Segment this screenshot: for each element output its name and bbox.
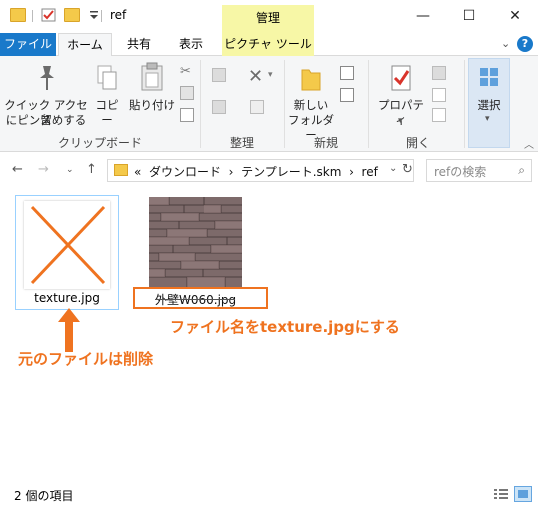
tab-manage[interactable]: 管理 — [222, 5, 314, 33]
arrow-up-icon — [58, 308, 80, 352]
new-folder-icon[interactable] — [300, 64, 322, 92]
new-folder-icon[interactable] — [64, 8, 80, 22]
tab-home[interactable]: ホーム — [58, 33, 112, 57]
tab-picture-tools[interactable]: ピクチャ ツール — [222, 33, 314, 56]
ribbon-tabs: ファイル ホーム 共有 表示 ピクチャ ツール ⌄ ? — [0, 33, 538, 57]
rename-icon[interactable] — [250, 100, 264, 114]
tab-view[interactable]: 表示 — [168, 33, 214, 56]
chevron-down-icon[interactable]: ▾ — [268, 70, 273, 80]
chevron-down-icon[interactable]: ▾ — [485, 114, 490, 124]
file-thumbnail — [24, 201, 110, 289]
up-arrow-icon[interactable]: ↑ — [86, 162, 97, 177]
status-bar: 2 個の項目 — [0, 484, 538, 506]
history-icon[interactable] — [432, 108, 446, 122]
rename-annotation: ファイル名をtexture.jpgにする — [170, 318, 400, 336]
wall-texture-image — [149, 197, 242, 287]
strikethrough-line — [155, 299, 235, 300]
file-item[interactable]: texture.jpg — [15, 195, 119, 310]
file-item[interactable]: 外壁W060.jpg — [133, 195, 268, 315]
recent-locations-icon[interactable]: ⌄ — [66, 165, 74, 175]
divider — [101, 10, 102, 22]
divider — [200, 60, 201, 148]
open-icon[interactable] — [432, 66, 446, 80]
pin-icon[interactable] — [34, 64, 60, 92]
easy-access-icon[interactable] — [340, 88, 354, 102]
select-label[interactable]: 選択 — [470, 98, 508, 113]
file-name: texture.jpg — [34, 291, 100, 305]
window-title: ref — [110, 8, 127, 22]
item-count: 2 個の項目 — [14, 489, 74, 503]
close-button[interactable]: ✕ — [492, 0, 538, 32]
rename-highlight: 外壁W060.jpg — [133, 287, 268, 309]
divider — [464, 60, 465, 148]
chevron-down-icon[interactable]: ⌄ — [389, 163, 397, 174]
paste-shortcut-icon[interactable] — [180, 108, 194, 122]
file-thumbnail — [149, 197, 242, 287]
pin-quick-access-label-2[interactable]: にピン留めする — [4, 113, 88, 128]
search-icon[interactable]: ⌕ — [518, 163, 525, 178]
folder-icon — [114, 164, 128, 176]
refresh-icon[interactable]: ↻ — [402, 162, 413, 177]
open-group-label: 開く — [405, 136, 430, 150]
delete-icon[interactable]: ✕ — [248, 66, 263, 87]
copy-label[interactable]: コピー — [90, 98, 124, 128]
forward-arrow-icon[interactable]: → — [38, 162, 49, 177]
chevron-down-icon[interactable]: ▾ — [398, 116, 403, 126]
ribbon: クイック アクセス にピン留めする コピー 貼り付け ✂ クリップボード ✕ ▾… — [0, 56, 538, 152]
cross-mark-icon — [30, 205, 106, 285]
organize-group-label: 整理 — [229, 136, 254, 150]
search-placeholder: refの検索 — [434, 165, 487, 179]
divider — [284, 60, 285, 148]
new-folder-label[interactable]: 新しい — [288, 98, 334, 113]
view-glyph — [518, 490, 528, 498]
cut-icon[interactable]: ✂ — [180, 64, 194, 79]
back-arrow-icon[interactable]: ← — [12, 162, 23, 177]
help-button[interactable]: ? — [517, 36, 533, 52]
copy-to-icon[interactable] — [212, 100, 226, 114]
copy-icon[interactable] — [96, 64, 118, 92]
breadcrumb-separator[interactable]: › — [349, 165, 354, 179]
edit-icon[interactable] — [432, 88, 446, 102]
breadcrumb-downloads[interactable]: ダウンロード — [149, 165, 221, 179]
divider — [32, 10, 33, 22]
copy-path-icon[interactable] — [180, 86, 194, 100]
customize-toolbar-icon[interactable] — [86, 8, 102, 22]
breadcrumb-overflow[interactable]: « — [134, 165, 141, 179]
divider — [368, 60, 369, 148]
paste-label[interactable]: 貼り付け — [128, 98, 176, 113]
delete-annotation: 元のファイルは削除 — [18, 350, 154, 368]
chevron-down-icon[interactable]: ⌄ — [501, 37, 510, 50]
select-icon[interactable] — [478, 66, 500, 88]
search-input[interactable]: refの検索 ⌕ — [426, 159, 532, 182]
tab-file[interactable]: ファイル — [0, 33, 56, 56]
navigation-bar: ← → ⌄ ↑ « ダウンロード › テンプレート.skm › ref ⌄ ↻ … — [0, 152, 538, 188]
tab-share[interactable]: 共有 — [116, 33, 162, 56]
breadcrumb[interactable]: « ダウンロード › テンプレート.skm › ref — [134, 163, 378, 180]
title-bar: ref 管理 — ☐ ✕ — [0, 0, 538, 33]
new-group-label: 新規 — [313, 136, 338, 150]
breadcrumb-separator[interactable]: › — [229, 165, 234, 179]
maximize-button[interactable]: ☐ — [446, 0, 492, 32]
minimize-button[interactable]: — — [400, 0, 446, 32]
details-view-icon[interactable] — [493, 487, 509, 501]
breadcrumb-template[interactable]: テンプレート.skm — [241, 165, 341, 179]
properties-icon[interactable] — [41, 8, 57, 22]
properties-icon[interactable] — [390, 64, 414, 92]
clipboard-group-label: クリップボード — [57, 136, 142, 150]
breadcrumb-ref[interactable]: ref — [362, 165, 378, 179]
address-bar[interactable]: « ダウンロード › テンプレート.skm › ref ⌄ ↻ — [107, 159, 414, 182]
move-to-icon[interactable] — [212, 68, 226, 82]
new-item-icon[interactable] — [340, 66, 354, 80]
large-icons-view-icon[interactable] — [514, 486, 532, 502]
paste-icon[interactable] — [140, 62, 164, 92]
collapse-ribbon-icon[interactable]: ︿ — [524, 136, 534, 151]
folder-icon — [10, 8, 26, 22]
